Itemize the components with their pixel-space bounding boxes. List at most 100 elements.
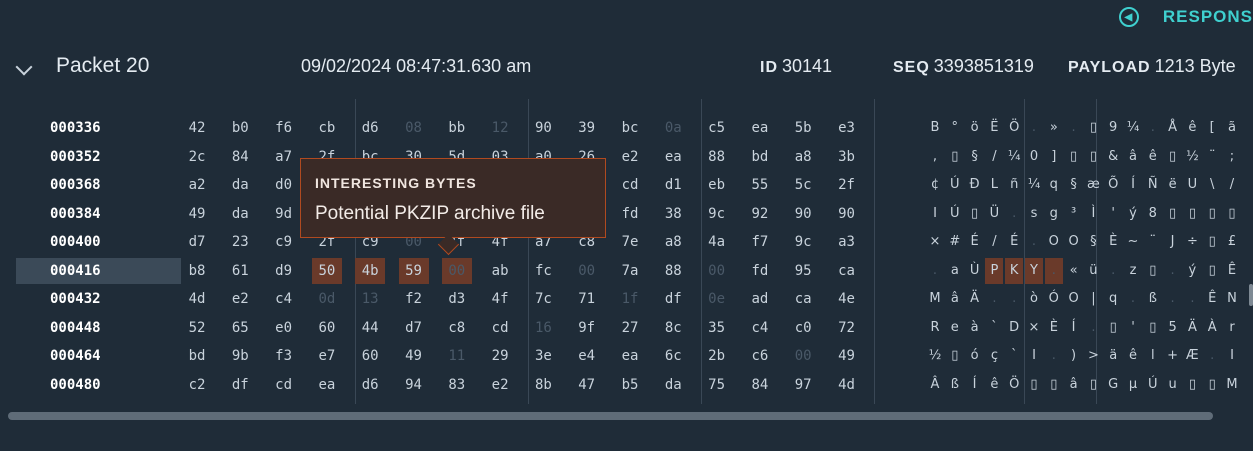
hex-byte[interactable]: 5b [788,115,818,141]
ascii-char[interactable]: Å [1164,115,1182,141]
hex-byte[interactable]: c8 [442,315,472,341]
ascii-char[interactable]: ý [1183,258,1201,284]
hex-byte[interactable]: cd [269,372,299,398]
hex-byte[interactable]: b5 [615,372,645,398]
hex-byte[interactable]: bb [442,115,472,141]
ascii-char[interactable]: ê [1183,115,1201,141]
ascii-char[interactable]: . [1203,343,1221,369]
hex-byte[interactable]: 59 [398,257,429,284]
hex-byte[interactable]: a8 [658,229,688,255]
hex-byte[interactable]: ad [745,286,775,312]
ascii-char[interactable]: » [1045,115,1063,141]
ascii-char[interactable]: J [1164,229,1182,255]
ascii-char[interactable]: Ü [985,201,1003,227]
hex-byte[interactable]: e7 [312,343,342,369]
ascii-char[interactable]: ¼ [1005,144,1023,170]
hex-byte[interactable]: 50 [311,257,342,284]
hex-byte[interactable]: 00 [441,257,472,284]
ascii-char[interactable]: O [1065,286,1083,312]
hex-byte[interactable]: d3 [442,286,472,312]
hex-byte[interactable]: 9b [225,343,255,369]
hex-byte[interactable]: 4b [355,257,386,284]
hex-row[interactable]: 000336 42 b0 f6 cb d6 08 bb 12 90 39 bc 0a c5 ea 5b e3 B °… [0,115,1253,143]
hex-row[interactable]: 000448 52 65 e0 60 44 d7 c8 cd 16 9f 27 8c 35 c4 c0 72 Re… [0,315,1253,343]
ascii-char[interactable]: ó [966,343,984,369]
ascii-char[interactable]: ¼ [1025,172,1043,198]
hex-byte[interactable]: 6c [658,343,688,369]
ascii-char[interactable]: ▯ [946,343,964,369]
hex-byte[interactable]: ea [312,372,342,398]
hex-byte[interactable]: 60 [355,343,385,369]
ascii-char[interactable]: . [1025,229,1043,255]
hex-byte[interactable]: 84 [225,144,255,170]
ascii-char[interactable]: Ö [1005,115,1023,141]
ascii-char[interactable]: ] [1045,144,1063,170]
hex-byte[interactable]: 7c [528,286,558,312]
ascii-char[interactable]: / [985,144,1003,170]
ascii-char[interactable]: a [946,258,964,284]
hex-byte[interactable]: b0 [225,115,255,141]
chevron-down-icon[interactable] [15,58,33,76]
ascii-char[interactable]: . [1144,115,1162,141]
ascii-char[interactable]: Ú [946,201,964,227]
ascii-char[interactable]: Ù [966,258,984,284]
ascii-char[interactable]: O [1045,229,1063,255]
ascii-char[interactable]: . [1065,115,1083,141]
hex-byte[interactable]: df [658,286,688,312]
ascii-char[interactable]: Æ [1183,343,1201,369]
hex-byte[interactable]: b8 [182,258,212,284]
ascii-char[interactable]: z [1124,258,1142,284]
hex-byte[interactable]: f6 [269,115,299,141]
hex-byte[interactable]: 13 [355,286,385,312]
ascii-char[interactable]: Í [1065,315,1083,341]
hex-byte[interactable]: 4d [182,286,212,312]
ascii-char[interactable]: À [1203,315,1221,341]
ascii-char[interactable]: | [1084,286,1102,312]
ascii-char[interactable]: D [1005,315,1023,341]
hex-byte[interactable]: ca [832,258,862,284]
ascii-char[interactable]: â [1124,144,1142,170]
hex-byte[interactable]: fd [745,258,775,284]
hex-row[interactable]: 000352 2c 84 a7 2f bc 30 5d 03 a0 26 e2 ea 88 bd a8 3b, ▯… [0,144,1253,172]
hex-byte[interactable]: 23 [225,229,255,255]
hex-byte[interactable]: fc [528,258,558,284]
hex-row[interactable]: 000480 c2 df cd ea d6 94 83 e2 8b 47 b5 da 75 84 97 4d Âß… [0,372,1253,400]
hex-byte[interactable]: 8b [528,372,558,398]
hex-byte[interactable]: 88 [658,258,688,284]
hex-byte[interactable]: 12 [485,115,515,141]
hex-byte[interactable]: a7 [269,144,299,170]
hex-byte[interactable]: e2 [225,286,255,312]
ascii-char[interactable]: ▯ [1164,144,1182,170]
hex-byte[interactable]: d9 [269,258,299,284]
ascii-char[interactable]: ▯ [1084,144,1102,170]
hex-byte[interactable]: c4 [745,315,775,341]
ascii-char[interactable]: 8 [1144,201,1162,227]
hex-byte[interactable]: cd [615,172,645,198]
ascii-char[interactable]: ç [985,343,1003,369]
hex-byte[interactable]: c4 [269,286,299,312]
hex-byte[interactable]: 55 [745,172,775,198]
hex-byte[interactable]: 4d [832,372,862,398]
hex-byte[interactable]: 95 [788,258,818,284]
ascii-char[interactable]: ½ [1183,144,1201,170]
ascii-char[interactable]: ▯ [1183,201,1201,227]
hex-byte[interactable]: 9c [702,201,732,227]
hex-byte[interactable]: 4e [832,286,862,312]
hex-byte[interactable]: ab [485,258,515,284]
hex-byte[interactable]: ea [658,144,688,170]
hex-byte[interactable]: eb [702,172,732,198]
ascii-char[interactable]: P [985,257,1004,284]
hex-byte[interactable]: 49 [182,201,212,227]
ascii-char[interactable]: ▯ [1164,201,1182,227]
ascii-char[interactable]: ▯ [1065,144,1083,170]
ascii-char[interactable]: ' [1124,315,1142,341]
ascii-char[interactable]: Ñ [1144,172,1162,198]
hex-byte[interactable]: 75 [702,372,732,398]
ascii-char[interactable]: ▯ [1223,201,1241,227]
hex-byte[interactable]: 11 [442,343,472,369]
ascii-char[interactable]: « [1065,258,1083,284]
ascii-char[interactable]: \ [1203,172,1221,198]
ascii-char[interactable]: l [1144,343,1162,369]
hex-byte[interactable]: ea [745,115,775,141]
response-tab[interactable]: ◀ RESPONS [1118,4,1253,30]
